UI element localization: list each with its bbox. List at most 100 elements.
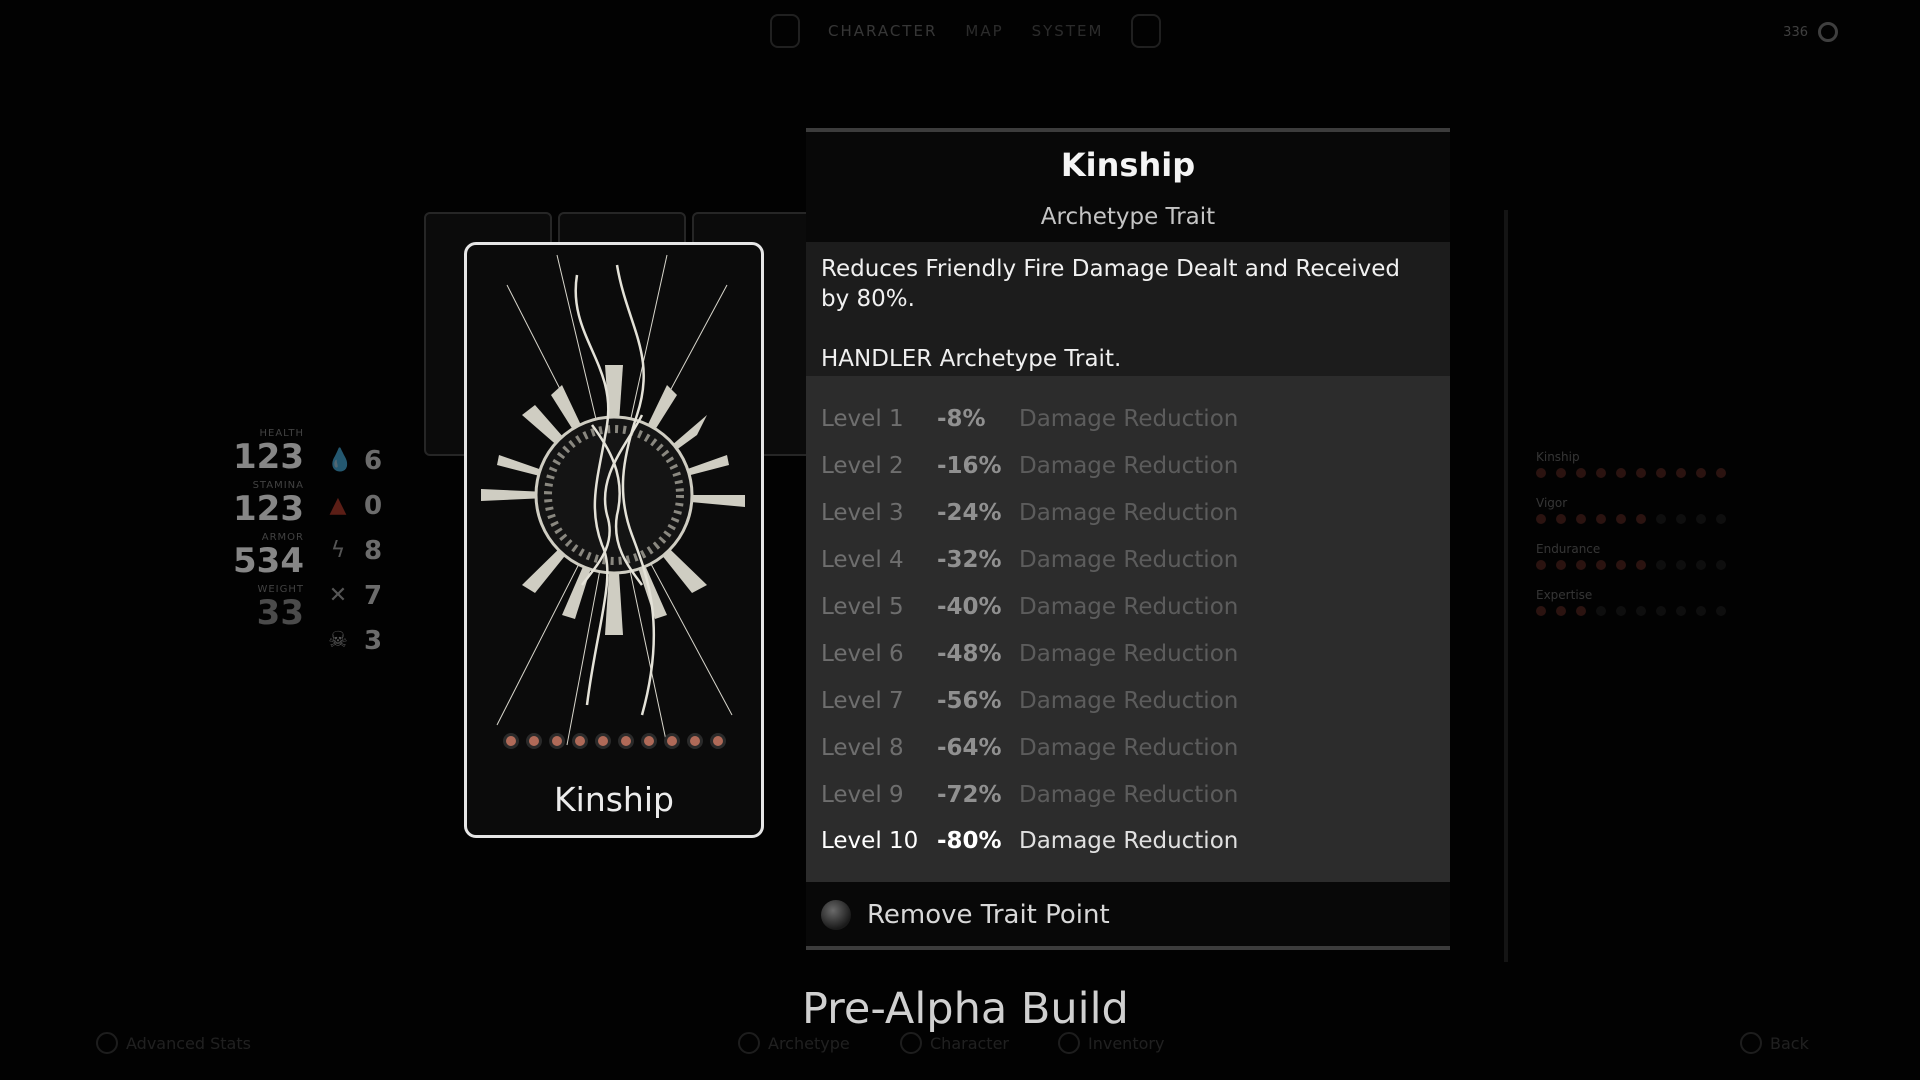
archetype-bar[interactable]: Vigor bbox=[1536, 496, 1726, 524]
archetype-hint[interactable]: Archetype bbox=[738, 1032, 850, 1054]
level-effect: Damage Reduction bbox=[1019, 500, 1239, 527]
resist-value: 8 bbox=[364, 535, 383, 566]
archetype-name: Endurance bbox=[1536, 542, 1601, 556]
level-effect: Damage Reduction bbox=[1019, 781, 1239, 808]
level-pip bbox=[617, 733, 634, 749]
level-value: -16% bbox=[937, 453, 1002, 480]
level-value: -80% bbox=[937, 828, 1002, 855]
archetype-bar[interactable]: Kinship bbox=[1536, 450, 1726, 478]
level-row: Level 4 -32% Damage Reduction bbox=[806, 537, 1450, 584]
level-pip bbox=[594, 733, 611, 749]
controller-button-icon bbox=[738, 1032, 760, 1054]
level-pip bbox=[686, 733, 703, 749]
archetype-dots bbox=[1536, 560, 1726, 570]
character-stats: HEALTH 123 STAMINA 123 ARMOR 534 WEIGHT … bbox=[232, 428, 304, 636]
card-level-pips bbox=[467, 733, 761, 749]
hint-label: Character bbox=[930, 1033, 1009, 1053]
tab-system[interactable]: SYSTEM bbox=[1032, 22, 1104, 40]
level-value: -32% bbox=[937, 547, 1002, 574]
tab-map[interactable]: MAP bbox=[965, 22, 1003, 40]
selected-trait-card[interactable]: Kinship bbox=[464, 242, 764, 838]
trait-archetype-text: HANDLER Archetype Trait. bbox=[821, 346, 1122, 372]
level-name: Level 3 bbox=[821, 500, 904, 527]
level-pip bbox=[709, 733, 726, 749]
level-effect: Damage Reduction bbox=[1019, 547, 1239, 574]
level-value: -48% bbox=[937, 640, 1002, 667]
level-value: -56% bbox=[937, 687, 1002, 714]
level-row: Level 5 -40% Damage Reduction bbox=[806, 584, 1450, 631]
inventory-hint[interactable]: Inventory bbox=[1058, 1032, 1164, 1054]
archetype-dots bbox=[1536, 468, 1726, 478]
level-pip bbox=[502, 733, 519, 749]
archetype-bar[interactable]: Expertise bbox=[1536, 588, 1726, 616]
resist-value: 7 bbox=[364, 580, 383, 611]
level-row: Level 9 -72% Damage Reduction bbox=[806, 771, 1450, 818]
trait-level-list: Level 1 -8% Damage Reduction Level 2 -16… bbox=[806, 376, 1450, 882]
level-row-current: Level 10 -80% Damage Reduction bbox=[806, 818, 1450, 865]
level-row: Level 8 -64% Damage Reduction bbox=[806, 724, 1450, 771]
resist-corrosion: ☠ 3 bbox=[326, 618, 382, 663]
level-row: Level 1 -8% Damage Reduction bbox=[806, 396, 1450, 443]
scrap-coin-icon bbox=[1818, 22, 1838, 42]
level-value: -72% bbox=[937, 781, 1002, 808]
level-name: Level 10 bbox=[821, 828, 919, 855]
kinship-card-art bbox=[481, 254, 745, 746]
card-title: Kinship bbox=[554, 780, 674, 819]
advanced-stats-hint[interactable]: Advanced Stats bbox=[96, 1032, 251, 1054]
bleed-icon: 💧 bbox=[326, 448, 354, 473]
currency-display: 336 bbox=[1783, 22, 1838, 42]
character-hint[interactable]: Character bbox=[900, 1032, 1009, 1054]
level-effect: Damage Reduction bbox=[1019, 594, 1239, 620]
archetype-traits-summary: Kinship Vigor Endurance Expertise bbox=[1536, 450, 1726, 634]
resist-blight: ✕ 7 bbox=[326, 573, 382, 618]
trait-detail-panel: Kinship Archetype Trait Reduces Friendly… bbox=[806, 128, 1450, 950]
tab-character[interactable]: CHARACTER bbox=[828, 22, 937, 40]
resist-bleed: 💧 6 bbox=[326, 438, 382, 483]
level-pip bbox=[663, 733, 680, 749]
level-effect: Damage Reduction bbox=[1019, 687, 1239, 714]
resist-value: 0 bbox=[364, 490, 383, 521]
scrollbar[interactable] bbox=[1504, 210, 1508, 962]
left-bumper-icon[interactable] bbox=[770, 14, 800, 48]
archetype-name: Kinship bbox=[1536, 450, 1580, 464]
hint-label: Archetype bbox=[768, 1033, 850, 1053]
archetype-bar[interactable]: Endurance bbox=[1536, 542, 1726, 570]
trait-title: Kinship bbox=[1060, 146, 1196, 184]
resist-value: 3 bbox=[364, 625, 383, 656]
level-value: -24% bbox=[937, 500, 1002, 527]
right-bumper-icon[interactable] bbox=[1131, 14, 1162, 48]
level-value: -8% bbox=[937, 406, 986, 433]
archetype-name: Vigor bbox=[1536, 496, 1568, 510]
resist-value: 6 bbox=[364, 445, 383, 476]
stat-value-armor: 534 bbox=[233, 541, 304, 581]
blight-icon: ✕ bbox=[328, 583, 348, 608]
level-name: Level 7 bbox=[821, 687, 904, 714]
back-hint[interactable]: Back bbox=[1740, 1032, 1809, 1054]
controller-button-icon bbox=[1058, 1032, 1080, 1054]
level-effect: Damage Reduction bbox=[1019, 734, 1239, 761]
level-row: Level 2 -16% Damage Reduction bbox=[806, 443, 1450, 490]
controller-button-icon bbox=[96, 1032, 118, 1054]
build-version-label: Pre-Alpha Build bbox=[802, 984, 1129, 1034]
trait-description: Reduces Friendly Fire Damage Dealt and R… bbox=[806, 242, 1450, 376]
level-value: -64% bbox=[937, 734, 1002, 761]
fire-icon: ▲ bbox=[329, 493, 347, 518]
top-navigation: CHARACTER MAP SYSTEM bbox=[770, 14, 1162, 48]
level-effect: Damage Reduction bbox=[1019, 406, 1239, 433]
remove-trait-point-button[interactable]: Remove Trait Point bbox=[821, 900, 1110, 930]
stat-value-weight: 33 bbox=[256, 593, 304, 633]
hint-label: Inventory bbox=[1088, 1033, 1165, 1053]
currency-value: 336 bbox=[1783, 24, 1808, 40]
stat-value-health: 123 bbox=[233, 437, 304, 477]
resistances: 💧 6 ▲ 0 ϟ 8 ✕ 7 ☠ 3 bbox=[326, 438, 382, 663]
shock-icon: ϟ bbox=[330, 538, 346, 563]
trait-subtitle: Archetype Trait bbox=[1040, 204, 1216, 230]
level-value: -40% bbox=[937, 594, 1002, 620]
level-name: Level 5 bbox=[821, 594, 904, 620]
level-pip bbox=[571, 733, 588, 749]
archetype-dots bbox=[1536, 606, 1726, 616]
controller-button-icon bbox=[900, 1032, 922, 1054]
hint-label: Back bbox=[1770, 1033, 1809, 1053]
remove-trait-point-label: Remove Trait Point bbox=[867, 900, 1110, 930]
trait-effect-text: Reduces Friendly Fire Damage Dealt and R… bbox=[821, 256, 1401, 312]
